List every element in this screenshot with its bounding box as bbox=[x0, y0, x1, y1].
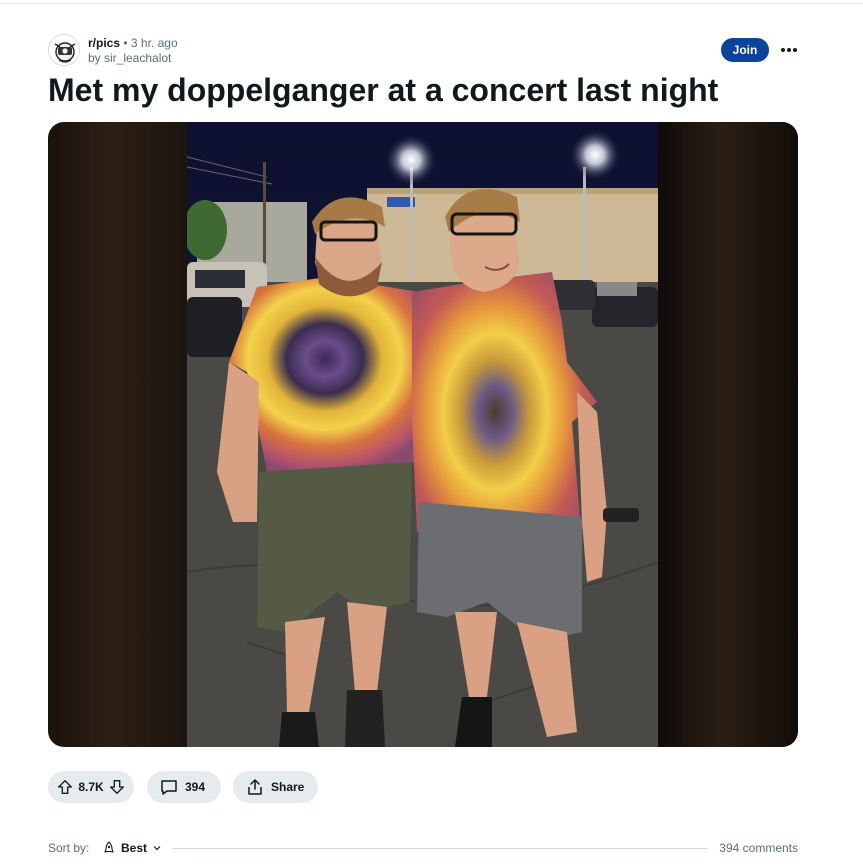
subreddit-name[interactable]: r/pics bbox=[88, 36, 120, 50]
sort-value: Best bbox=[121, 841, 148, 855]
media-blur-background bbox=[658, 122, 798, 747]
arrow-up-icon bbox=[58, 780, 72, 794]
comment-sort-bar: Sort by: Best 394 comments bbox=[48, 838, 798, 858]
post-header: r/pics • 3 hr. ago by sir_leachalot Join bbox=[48, 34, 800, 68]
more-horizontal-icon bbox=[781, 48, 785, 52]
chevron-down-icon bbox=[153, 846, 161, 851]
join-button[interactable]: Join bbox=[721, 38, 769, 62]
post-time: 3 hr. ago bbox=[130, 36, 178, 50]
top-divider bbox=[0, 0, 863, 4]
post-meta: r/pics • 3 hr. ago by sir_leachalot bbox=[88, 36, 178, 66]
subreddit-avatar-image bbox=[49, 35, 79, 65]
post-image[interactable] bbox=[187, 122, 658, 747]
sort-dropdown[interactable]: Best bbox=[102, 838, 162, 858]
sort-label: Sort by: bbox=[48, 841, 90, 855]
post-title[interactable]: Met my doppelganger at a concert last ni… bbox=[48, 70, 808, 110]
more-horizontal-icon bbox=[793, 48, 797, 52]
more-horizontal-icon bbox=[787, 48, 791, 52]
share-button[interactable]: Share bbox=[233, 771, 318, 803]
vote-control: 8.7K bbox=[48, 771, 134, 803]
meta-separator: • bbox=[123, 36, 128, 50]
rocket-icon bbox=[104, 841, 114, 853]
comments-count: 394 bbox=[185, 780, 206, 794]
downvote-button[interactable] bbox=[108, 778, 126, 796]
share-label: Share bbox=[271, 780, 305, 794]
comment-bubble-icon bbox=[161, 780, 177, 795]
subreddit-avatar[interactable] bbox=[48, 34, 80, 66]
post-media[interactable] bbox=[48, 122, 798, 747]
share-icon bbox=[248, 779, 262, 795]
total-comments: 394 comments bbox=[719, 841, 798, 855]
post-author[interactable]: by sir_leachalot bbox=[88, 51, 178, 66]
comments-button[interactable]: 394 bbox=[147, 771, 221, 803]
more-options-button[interactable] bbox=[776, 38, 802, 62]
sort-divider bbox=[172, 848, 708, 849]
vote-count: 8.7K bbox=[78, 780, 104, 794]
arrow-down-icon bbox=[110, 780, 124, 794]
upvote-button[interactable] bbox=[56, 778, 74, 796]
